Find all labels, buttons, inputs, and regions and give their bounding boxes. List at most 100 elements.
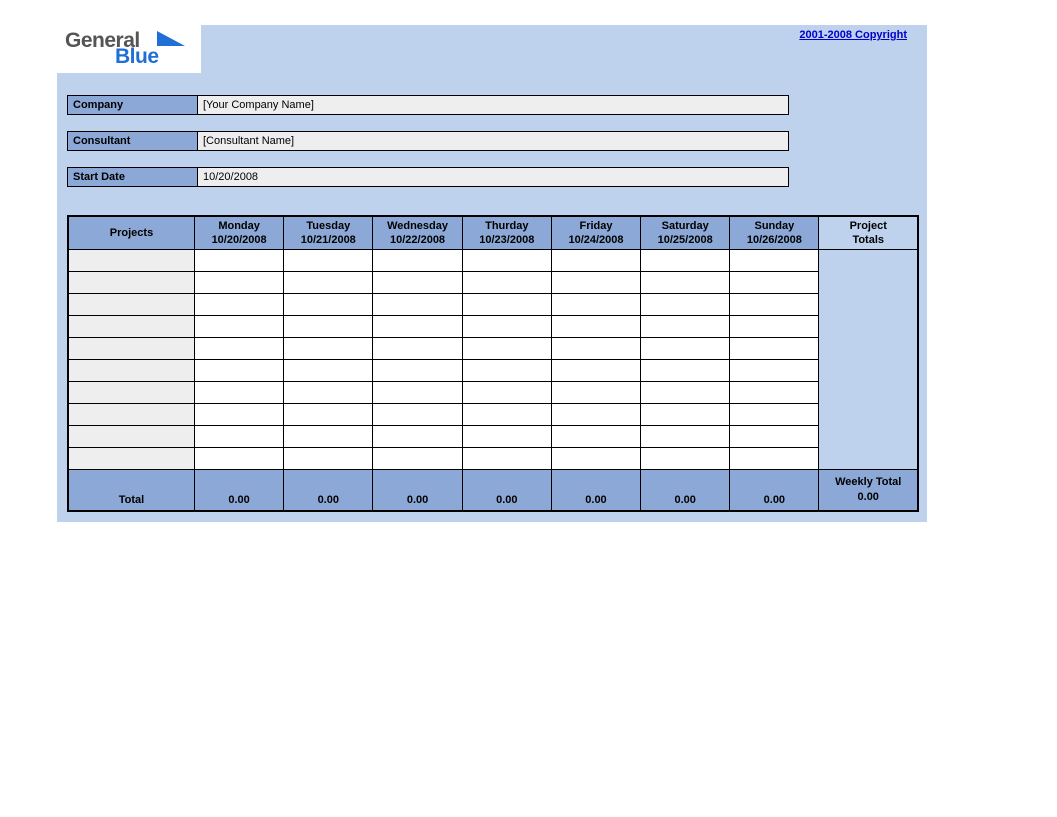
hours-cell[interactable] (730, 448, 819, 470)
hours-cell[interactable] (195, 316, 284, 338)
project-total-cell (819, 404, 918, 426)
hours-cell[interactable] (551, 338, 640, 360)
hours-cell[interactable] (641, 250, 730, 272)
hours-cell[interactable] (462, 272, 551, 294)
project-cell[interactable] (68, 338, 195, 360)
table-row (68, 338, 918, 360)
hours-cell[interactable] (373, 272, 462, 294)
project-total-cell (819, 426, 918, 448)
hours-cell[interactable] (730, 316, 819, 338)
hours-cell[interactable] (195, 382, 284, 404)
project-cell[interactable] (68, 426, 195, 448)
day-total-sat: 0.00 (641, 470, 730, 512)
hours-cell[interactable] (284, 382, 373, 404)
hours-cell[interactable] (195, 338, 284, 360)
hours-cell[interactable] (551, 294, 640, 316)
project-total-cell (819, 316, 918, 338)
project-cell[interactable] (68, 294, 195, 316)
hours-cell[interactable] (462, 250, 551, 272)
hours-cell[interactable] (284, 316, 373, 338)
day-header-fri: Friday10/24/2008 (551, 216, 640, 250)
hours-cell[interactable] (730, 338, 819, 360)
hours-cell[interactable] (551, 404, 640, 426)
hours-cell[interactable] (284, 360, 373, 382)
project-cell[interactable] (68, 404, 195, 426)
hours-cell[interactable] (195, 272, 284, 294)
hours-cell[interactable] (284, 250, 373, 272)
hours-cell[interactable] (373, 360, 462, 382)
hours-cell[interactable] (730, 294, 819, 316)
triangle-icon (157, 31, 185, 49)
hours-cell[interactable] (284, 448, 373, 470)
hours-cell[interactable] (730, 426, 819, 448)
day-total-wed: 0.00 (373, 470, 462, 512)
hours-cell[interactable] (641, 404, 730, 426)
hours-cell[interactable] (195, 360, 284, 382)
project-cell[interactable] (68, 250, 195, 272)
project-cell[interactable] (68, 272, 195, 294)
hours-cell[interactable] (730, 272, 819, 294)
hours-cell[interactable] (551, 448, 640, 470)
hours-cell[interactable] (551, 250, 640, 272)
hours-cell[interactable] (373, 316, 462, 338)
hours-cell[interactable] (373, 294, 462, 316)
hours-cell[interactable] (641, 272, 730, 294)
day-header-thu: Thurday10/23/2008 (462, 216, 551, 250)
hours-cell[interactable] (373, 426, 462, 448)
hours-cell[interactable] (551, 360, 640, 382)
hours-cell[interactable] (462, 338, 551, 360)
day-total-fri: 0.00 (551, 470, 640, 512)
hours-cell[interactable] (284, 338, 373, 360)
hours-cell[interactable] (641, 382, 730, 404)
hours-cell[interactable] (551, 272, 640, 294)
hours-cell[interactable] (462, 316, 551, 338)
consultant-input[interactable]: [Consultant Name] (198, 131, 789, 151)
hours-cell[interactable] (373, 404, 462, 426)
project-cell[interactable] (68, 382, 195, 404)
hours-cell[interactable] (462, 382, 551, 404)
hours-cell[interactable] (641, 294, 730, 316)
hours-cell[interactable] (641, 426, 730, 448)
hours-cell[interactable] (462, 404, 551, 426)
consultant-label: Consultant (67, 131, 198, 151)
hours-cell[interactable] (373, 338, 462, 360)
hours-cell[interactable] (462, 360, 551, 382)
hours-cell[interactable] (730, 404, 819, 426)
hours-cell[interactable] (373, 382, 462, 404)
hours-cell[interactable] (462, 426, 551, 448)
project-total-cell (819, 338, 918, 360)
hours-cell[interactable] (195, 448, 284, 470)
project-cell[interactable] (68, 316, 195, 338)
hours-cell[interactable] (641, 448, 730, 470)
hours-cell[interactable] (641, 316, 730, 338)
project-cell[interactable] (68, 360, 195, 382)
startdate-input[interactable]: 10/20/2008 (198, 167, 789, 187)
table-row (68, 250, 918, 272)
header: General Blue 2001-2008 Copyright (57, 25, 927, 73)
hours-cell[interactable] (284, 272, 373, 294)
startdate-label: Start Date (67, 167, 198, 187)
hours-cell[interactable] (551, 316, 640, 338)
copyright-link[interactable]: 2001-2008 Copyright (799, 29, 907, 41)
hours-cell[interactable] (373, 250, 462, 272)
hours-cell[interactable] (195, 404, 284, 426)
hours-cell[interactable] (195, 250, 284, 272)
hours-cell[interactable] (730, 382, 819, 404)
hours-cell[interactable] (551, 426, 640, 448)
project-cell[interactable] (68, 448, 195, 470)
hours-cell[interactable] (284, 294, 373, 316)
hours-cell[interactable] (730, 360, 819, 382)
table-row (68, 316, 918, 338)
hours-cell[interactable] (284, 404, 373, 426)
hours-cell[interactable] (462, 448, 551, 470)
hours-cell[interactable] (373, 448, 462, 470)
hours-cell[interactable] (641, 360, 730, 382)
hours-cell[interactable] (462, 294, 551, 316)
hours-cell[interactable] (730, 250, 819, 272)
hours-cell[interactable] (551, 382, 640, 404)
hours-cell[interactable] (284, 426, 373, 448)
hours-cell[interactable] (641, 338, 730, 360)
company-input[interactable]: [Your Company Name] (198, 95, 789, 115)
hours-cell[interactable] (195, 294, 284, 316)
hours-cell[interactable] (195, 426, 284, 448)
